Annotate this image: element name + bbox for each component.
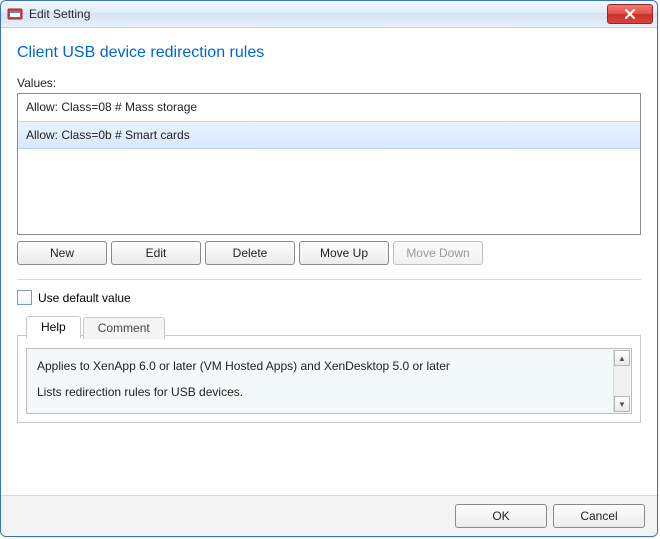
use-default-checkbox[interactable] — [17, 290, 32, 305]
titlebar: Edit Setting — [1, 1, 657, 28]
list-button-row: New Edit Delete Move Up Move Down — [17, 241, 641, 265]
help-line-1: Applies to XenApp 6.0 or later (VM Hoste… — [37, 359, 621, 373]
close-icon — [625, 9, 635, 19]
tab-comment[interactable]: Comment — [83, 317, 165, 339]
dialog-footer: OK Cancel — [1, 495, 657, 536]
help-text-box: Applies to XenApp 6.0 or later (VM Hoste… — [26, 348, 632, 414]
edit-button[interactable]: Edit — [111, 241, 201, 265]
values-listbox[interactable]: Allow: Class=08 # Mass storage Allow: Cl… — [17, 93, 641, 235]
move-down-button[interactable]: Move Down — [393, 241, 483, 265]
use-default-label: Use default value — [38, 291, 131, 305]
scrollbar[interactable]: ▲ ▼ — [613, 350, 630, 412]
window-title: Edit Setting — [29, 7, 607, 21]
help-line-2: Lists redirection rules for USB devices. — [37, 385, 621, 399]
scroll-down-icon[interactable]: ▼ — [614, 396, 630, 412]
edit-setting-dialog: Edit Setting Client USB device redirecti… — [0, 0, 658, 537]
list-item[interactable]: Allow: Class=0b # Smart cards — [18, 121, 640, 149]
tab-help[interactable]: Help — [26, 316, 81, 338]
app-icon — [7, 6, 23, 22]
close-button[interactable] — [607, 4, 653, 24]
ok-button[interactable]: OK — [455, 504, 547, 528]
list-item[interactable]: Allow: Class=08 # Mass storage — [18, 94, 640, 121]
cancel-button[interactable]: Cancel — [553, 504, 645, 528]
use-default-row: Use default value — [17, 290, 641, 305]
values-label: Values: — [17, 76, 641, 90]
scroll-up-icon[interactable]: ▲ — [614, 350, 630, 366]
page-title: Client USB device redirection rules — [17, 44, 641, 62]
tabstrip: Help Comment — [26, 316, 167, 338]
separator — [17, 279, 641, 280]
help-comment-panel: Help Comment Applies to XenApp 6.0 or la… — [17, 335, 641, 423]
delete-button[interactable]: Delete — [205, 241, 295, 265]
new-button[interactable]: New — [17, 241, 107, 265]
move-up-button[interactable]: Move Up — [299, 241, 389, 265]
